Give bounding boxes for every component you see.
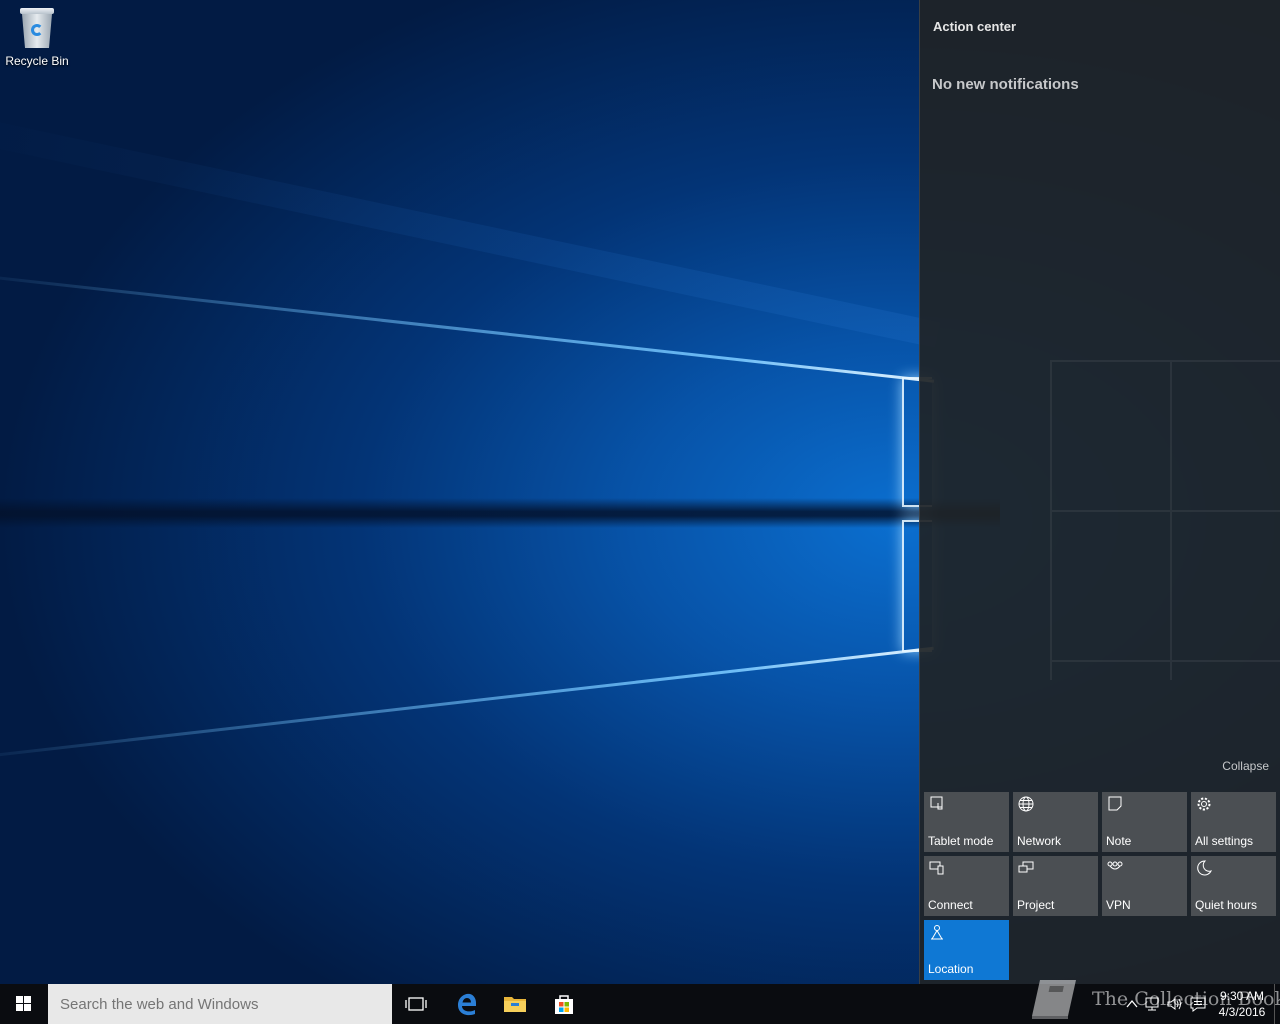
quick-action-location[interactable]: Location [924, 920, 1009, 980]
quick-action-label: VPN [1106, 898, 1131, 912]
volume-icon[interactable] [1166, 996, 1182, 1012]
wallpaper-beam [0, 498, 1000, 528]
quick-action-label: Tablet mode [928, 834, 994, 848]
desktop-icon-label: Recycle Bin [5, 54, 69, 68]
quick-action-label: Network [1017, 834, 1062, 848]
quick-action-label: Project [1017, 898, 1055, 912]
quick-action-connect[interactable]: Connect [924, 856, 1009, 916]
quick-action-quiet-hours[interactable]: Quiet hours [1191, 856, 1276, 916]
folder-icon [504, 997, 526, 1012]
task-view-icon [405, 997, 427, 1011]
tablet-mode-icon [930, 796, 943, 810]
note-icon [1108, 796, 1122, 811]
taskbar-file-explorer-button[interactable] [491, 984, 539, 1024]
taskbar-edge-button[interactable] [443, 984, 491, 1024]
taskbar-store-button[interactable] [540, 984, 588, 1024]
wallpaper-beam [0, 110, 941, 348]
desktop-icon-recycle-bin[interactable]: Recycle Bin [4, 6, 70, 68]
quick-action-label: Connect [928, 898, 973, 912]
project-icon [1018, 861, 1034, 873]
wallpaper-beam [0, 646, 934, 763]
windows-logo-icon [16, 996, 32, 1012]
quick-action-label: Quiet hours [1195, 898, 1258, 912]
recycle-bin-icon [19, 6, 55, 48]
quick-action-label: All settings [1195, 834, 1254, 848]
network-globe-icon [1018, 796, 1034, 812]
moon-icon [1197, 860, 1212, 876]
quick-action-all-settings[interactable]: All settings [1191, 792, 1276, 852]
taskbar: 9:30 AM 4/3/2016 [0, 984, 1280, 1024]
clock[interactable]: 9:30 AM 4/3/2016 [1214, 988, 1270, 1020]
gear-icon [1197, 797, 1211, 811]
search-input[interactable] [48, 984, 392, 1024]
quick-action-network[interactable]: Network [1013, 792, 1098, 852]
wallpaper-beam [0, 270, 935, 383]
quick-action-label: Note [1106, 834, 1132, 848]
quick-action-vpn[interactable]: VPN [1102, 856, 1187, 916]
quick-action-project[interactable]: Project [1013, 856, 1098, 916]
connect-icon [929, 861, 944, 875]
store-bag-icon [555, 995, 573, 1014]
show-desktop-button[interactable] [1274, 984, 1280, 1024]
collapse-button[interactable]: Collapse [1222, 759, 1269, 773]
start-button[interactable] [0, 984, 48, 1024]
quick-action-label: Location [928, 962, 974, 976]
action-center-icon[interactable] [1190, 996, 1206, 1012]
vpn-icon [1107, 861, 1123, 870]
show-hidden-icons-chevron-icon[interactable] [1124, 996, 1140, 1012]
clock-time: 9:30 AM [1219, 989, 1265, 1003]
quick-action-tablet-mode[interactable]: Tablet mode [924, 792, 1009, 852]
clock-date: 4/3/2016 [1218, 1005, 1266, 1019]
edge-browser-icon [458, 993, 476, 1016]
quick-action-note[interactable]: Note [1102, 792, 1187, 852]
action-center-panel: Action center No new notifications Colla… [919, 0, 1280, 984]
action-center-title: Action center [933, 19, 1017, 34]
no-notifications-message: No new notifications [932, 76, 1079, 93]
panel-backdrop [1050, 360, 1280, 680]
network-wired-icon[interactable] [1144, 996, 1160, 1012]
location-icon [931, 925, 943, 940]
taskbar-task-view-button[interactable] [392, 984, 440, 1024]
